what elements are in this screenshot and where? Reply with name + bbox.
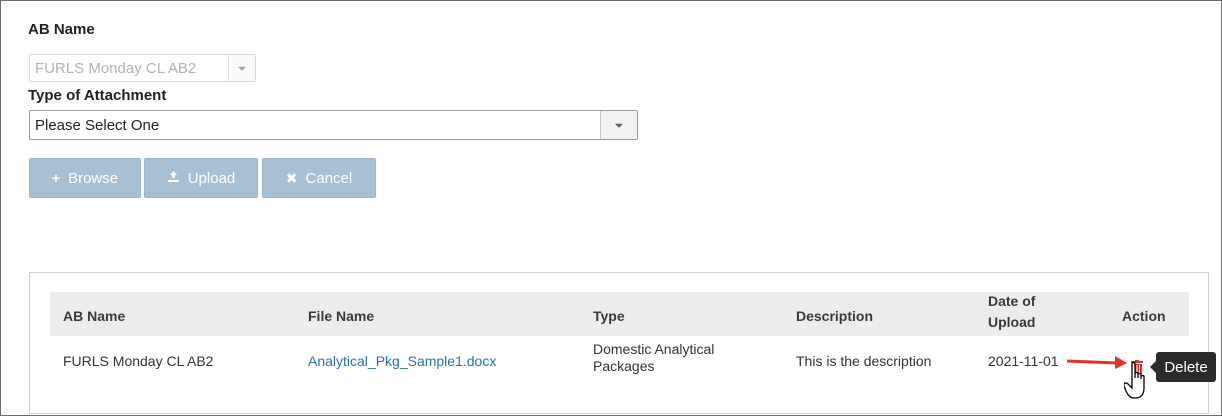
upload-button[interactable]: Upload	[144, 158, 258, 198]
col-type: Type	[593, 308, 625, 324]
row-date: 2021-11-01	[988, 353, 1059, 369]
chevron-down-icon	[238, 66, 246, 71]
ab-name-select[interactable]: FURLS Monday CL AB2	[29, 54, 256, 82]
cancel-button[interactable]: ✖ Cancel	[262, 158, 376, 198]
browse-button[interactable]: + Browse	[29, 158, 141, 198]
attachment-type-select[interactable]: Please Select One	[29, 110, 638, 140]
file-link[interactable]: Analytical_Pkg_Sample1.docx	[308, 353, 496, 369]
attachment-type-value: Please Select One	[35, 117, 160, 134]
col-date-line1: Date of	[988, 293, 1036, 309]
attachment-type-dropdown-button[interactable]	[600, 111, 637, 139]
red-arrow-icon	[1066, 353, 1129, 374]
close-icon: ✖	[285, 169, 298, 186]
ab-name-value: FURLS Monday CL AB2	[35, 60, 197, 77]
row-description: This is the description	[796, 353, 932, 369]
delete-tooltip: Delete	[1150, 352, 1216, 382]
row-ab-name: FURLS Monday CL AB2	[63, 353, 214, 369]
hand-pointer-icon	[1123, 361, 1152, 406]
attachments-table: AB Name File Name Type Description Date …	[29, 272, 1209, 414]
upload-icon	[167, 170, 180, 186]
browse-label: Browse	[68, 169, 119, 187]
ab-name-dropdown-button[interactable]	[228, 55, 255, 81]
col-description: Description	[796, 308, 874, 324]
cancel-label: Cancel	[305, 169, 353, 187]
upload-label: Upload	[187, 169, 236, 187]
ab-name-label: AB Name	[28, 21, 95, 38]
col-ab-name: AB Name	[63, 308, 126, 324]
row-type-line2: Packages	[593, 358, 655, 374]
row-type-line1: Domestic Analytical	[593, 341, 715, 357]
attachment-type-label: Type of Attachment	[28, 87, 167, 104]
attachments-panel: AB Name FURLS Monday CL AB2 Type of Atta…	[0, 0, 1222, 416]
chevron-down-icon	[615, 123, 623, 128]
plus-icon: +	[51, 170, 61, 186]
table-header: AB Name File Name Type Description Date …	[50, 292, 1189, 336]
col-action: Action	[1122, 308, 1166, 324]
col-file-name: File Name	[308, 308, 375, 324]
col-date-line2: Upload	[988, 314, 1036, 330]
